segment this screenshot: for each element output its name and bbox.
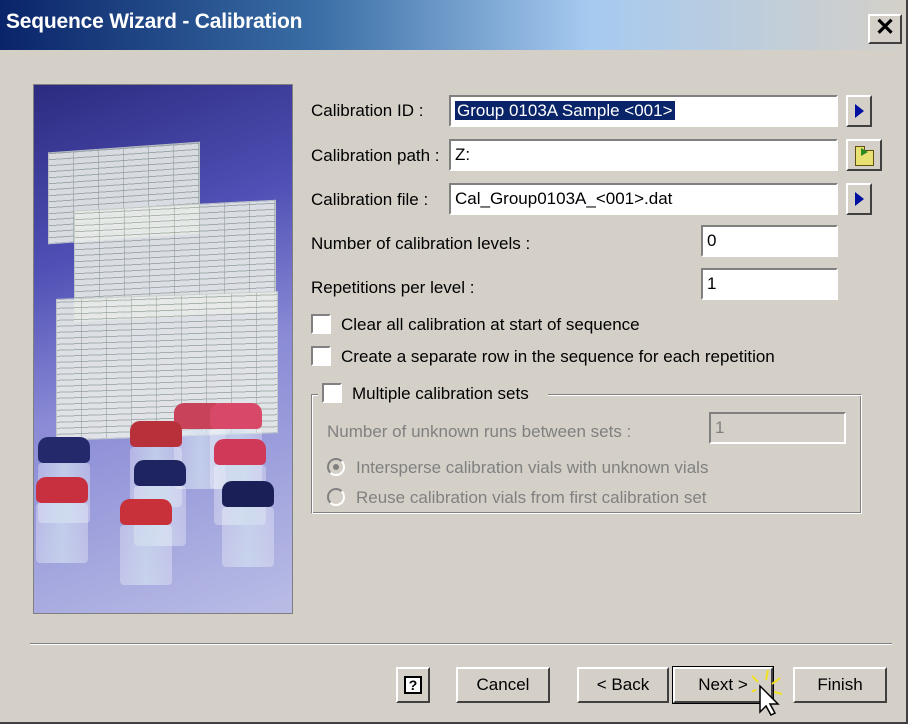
- calibration-file-label: Calibration file :: [311, 190, 429, 209]
- num-levels-field[interactable]: 0: [701, 225, 838, 257]
- reuse-label[interactable]: Reuse calibration vials from first calib…: [356, 488, 707, 508]
- separator: [30, 643, 892, 645]
- help-button[interactable]: ?: [396, 667, 430, 703]
- clear-all-checkbox[interactable]: [311, 314, 331, 334]
- calibration-path-field[interactable]: Z:: [449, 139, 838, 171]
- window-title: Sequence Wizard - Calibration: [6, 10, 303, 33]
- wizard-illustration: [33, 84, 293, 614]
- sequence-wizard-dialog: Sequence Wizard - Calibration ✕ Calibrat…: [0, 0, 908, 724]
- separate-row-label[interactable]: Create a separate row in the sequence fo…: [341, 347, 775, 367]
- calibration-id-menu-button[interactable]: [846, 95, 872, 127]
- calibration-path-label: Calibration path :: [311, 146, 440, 165]
- multiple-sets-legend: Multiple calibration sets: [318, 382, 548, 406]
- close-button[interactable]: ✕: [868, 14, 902, 44]
- repetitions-label: Repetitions per level :: [311, 278, 475, 297]
- mouse-pointer-icon: [752, 669, 782, 716]
- multiple-sets-label[interactable]: Multiple calibration sets: [352, 384, 529, 404]
- num-levels-label: Number of calibration levels :: [311, 234, 531, 253]
- close-icon: ✕: [874, 14, 896, 41]
- right-triangle-icon: [855, 192, 864, 206]
- title-bar[interactable]: Sequence Wizard - Calibration ✕: [0, 0, 906, 50]
- calibration-id-label: Calibration ID :: [311, 101, 424, 120]
- reuse-radio[interactable]: [327, 488, 345, 506]
- multiple-sets-checkbox[interactable]: [322, 383, 342, 403]
- browse-path-button[interactable]: [846, 139, 882, 171]
- calibration-file-field[interactable]: Cal_Group0103A_<001>.dat: [449, 183, 838, 215]
- unknown-runs-field[interactable]: 1: [709, 412, 846, 444]
- separate-row-checkbox[interactable]: [311, 346, 331, 366]
- intersperse-radio[interactable]: [327, 458, 345, 476]
- back-button[interactable]: < Back: [577, 667, 669, 703]
- open-folder-icon: [855, 146, 874, 166]
- clear-all-label[interactable]: Clear all calibration at start of sequen…: [341, 315, 640, 335]
- intersperse-label[interactable]: Intersperse calibration vials with unkno…: [356, 458, 708, 478]
- calibration-id-field[interactable]: Group 0103A Sample <001>: [449, 95, 838, 127]
- repetitions-field[interactable]: 1: [701, 268, 838, 300]
- calibration-file-menu-button[interactable]: [846, 183, 872, 215]
- finish-button[interactable]: Finish: [793, 667, 887, 703]
- unknown-runs-label: Number of unknown runs between sets :: [327, 422, 632, 441]
- right-triangle-icon: [855, 104, 864, 118]
- cancel-button[interactable]: Cancel: [456, 667, 550, 703]
- help-icon: ?: [404, 676, 422, 694]
